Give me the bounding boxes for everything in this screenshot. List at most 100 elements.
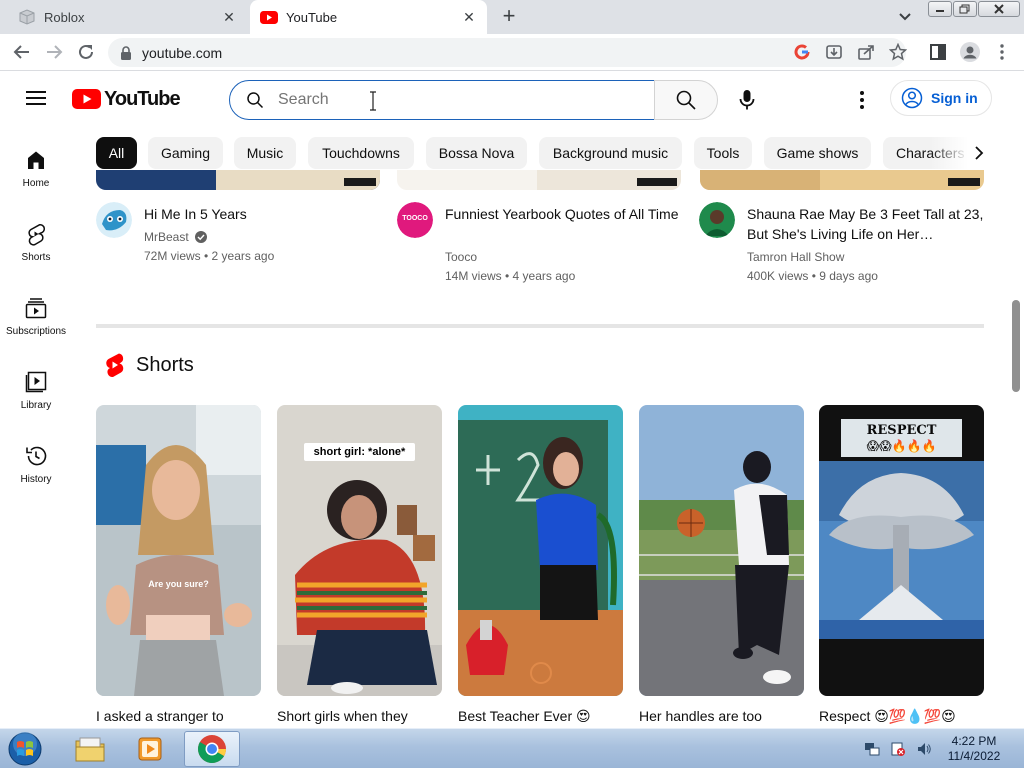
network-icon[interactable] — [864, 741, 880, 757]
chrome-menu-icon[interactable] — [992, 42, 1012, 62]
short-thumbnail[interactable] — [458, 405, 623, 696]
media-player-icon — [138, 737, 162, 761]
system-tray — [864, 739, 934, 759]
url-text: youtube.com — [142, 44, 223, 61]
sign-in-button[interactable]: Sign in — [890, 80, 992, 116]
back-arrow-icon[interactable] — [12, 42, 32, 62]
hamburger-menu-icon[interactable] — [26, 90, 46, 106]
sidebar-item-subscriptions[interactable]: Subscriptions — [0, 296, 72, 356]
chip-tools[interactable]: Tools — [694, 137, 752, 169]
channel-name[interactable]: MrBeast — [144, 230, 207, 244]
video-thumbnail[interactable] — [96, 170, 380, 190]
new-tab-button[interactable]: + — [498, 5, 520, 28]
tab-youtube[interactable]: YouTube ✕ — [250, 0, 487, 34]
sidebar-item-label: Shorts — [21, 252, 51, 263]
shorts-icon — [28, 224, 45, 246]
shorts-heading: Shorts — [136, 353, 194, 376]
address-bar[interactable]: youtube.com — [108, 38, 906, 67]
short-overlay-text: RESPECT — [866, 423, 937, 438]
video-thumbnail[interactable] — [397, 170, 681, 190]
chip-background-music[interactable]: Background music — [539, 137, 682, 169]
short-thumbnail[interactable]: short girl: *alone* — [277, 405, 442, 696]
restore-window-button[interactable] — [953, 1, 977, 17]
video-card[interactable]: Shauna Rae May Be 3 Feet Tall at 23, But… — [699, 202, 989, 292]
short-title[interactable]: Best Teacher Ever 😍 — [458, 708, 628, 725]
short-title[interactable]: Short girls when they — [277, 708, 447, 724]
short-title[interactable]: Respect 😍💯💧💯😍 — [819, 708, 989, 725]
tab-title: Roblox — [44, 9, 85, 25]
search-box[interactable] — [229, 80, 655, 120]
chip-game-shows[interactable]: Game shows — [764, 137, 871, 169]
chip-gaming[interactable]: Gaming — [148, 137, 223, 169]
taskbar-file-explorer[interactable] — [62, 731, 118, 767]
sidebar-item-label: Home — [22, 178, 50, 189]
side-panel-icon[interactable] — [928, 42, 948, 62]
sidebar-item-history[interactable]: History — [0, 444, 72, 504]
close-tab-icon[interactable]: ✕ — [461, 9, 477, 25]
video-meta: 400K views • 9 days ago — [747, 269, 878, 283]
video-title[interactable]: Hi Me In 5 Years — [144, 204, 384, 224]
short-overlay-text: short girl: *alone* — [304, 443, 415, 461]
close-window-button[interactable] — [978, 1, 1020, 17]
video-card[interactable]: TOOCO Funniest Yearbook Quotes of All Ti… — [397, 202, 687, 292]
sign-in-label: Sign in — [931, 90, 978, 106]
chip-touchdowns[interactable]: Touchdowns — [308, 137, 414, 169]
short-thumbnail[interactable]: Are you sure? — [96, 405, 261, 696]
channel-name[interactable]: Tamron Hall Show — [747, 250, 844, 264]
close-tab-icon[interactable]: ✕ — [221, 9, 237, 25]
chip-bossa-nova[interactable]: Bossa Nova — [426, 137, 527, 169]
channel-avatar[interactable] — [699, 202, 735, 238]
home-icon — [28, 151, 44, 169]
lock-icon — [120, 45, 134, 60]
settings-more-icon[interactable] — [850, 88, 874, 112]
profile-avatar-icon[interactable] — [960, 42, 980, 62]
youtube-wordmark: YouTube — [104, 87, 181, 110]
short-title[interactable]: Her handles are too — [639, 708, 809, 724]
google-lens-icon[interactable] — [792, 42, 812, 62]
start-button[interactable] — [4, 731, 46, 767]
channel-avatar-text: TOOCO — [402, 215, 428, 222]
sidebar-item-label: Subscriptions — [5, 326, 67, 337]
taskbar-chrome[interactable] — [184, 731, 240, 767]
video-title[interactable]: Funniest Yearbook Quotes of All Time — [445, 204, 685, 224]
taskbar-media-player[interactable] — [122, 731, 178, 767]
short-title[interactable]: I asked a stranger to — [96, 708, 266, 724]
search-button[interactable] — [654, 80, 718, 120]
search-icon — [676, 90, 696, 110]
bookmark-star-icon[interactable] — [888, 42, 908, 62]
video-thumbnail[interactable] — [700, 170, 984, 190]
video-card[interactable]: Hi Me In 5 Years MrBeast 72M views • 2 y… — [96, 202, 386, 292]
taskbar-clock[interactable]: 4:22 PM 11/4/2022 — [940, 734, 1008, 764]
video-meta: 72M views • 2 years ago — [144, 249, 275, 263]
tab-roblox[interactable]: Roblox ✕ — [0, 0, 247, 34]
search-icon — [246, 91, 264, 109]
channel-avatar[interactable]: TOOCO — [397, 202, 433, 238]
youtube-logo[interactable]: YouTube — [72, 87, 181, 110]
chevron-right-icon[interactable] — [968, 142, 990, 164]
channel-avatar[interactable] — [96, 202, 132, 238]
sidebar-item-library[interactable]: Library — [0, 370, 72, 430]
search-input[interactable] — [278, 91, 618, 109]
volume-icon[interactable] — [916, 741, 932, 757]
subscriptions-icon — [25, 298, 47, 319]
chrome-icon — [198, 735, 226, 763]
scrollbar-thumb[interactable] — [1012, 300, 1020, 392]
minimize-window-button[interactable] — [928, 1, 952, 17]
share-icon[interactable] — [856, 42, 876, 62]
tab-search-chevron-icon[interactable] — [896, 9, 914, 25]
video-title[interactable]: Shauna Rae May Be 3 Feet Tall at 23, But… — [747, 204, 987, 244]
page-scrollbar[interactable] — [1008, 72, 1024, 728]
short-thumbnail[interactable] — [639, 405, 804, 696]
sidebar-item-home[interactable]: Home — [0, 148, 72, 208]
chip-music[interactable]: Music — [234, 137, 296, 169]
folder-icon — [75, 737, 105, 762]
install-app-icon[interactable] — [824, 42, 844, 62]
sidebar-item-shorts[interactable]: Shorts — [0, 222, 72, 282]
voice-search-button[interactable] — [727, 80, 767, 120]
reload-icon[interactable] — [76, 42, 96, 62]
short-thumbnail[interactable]: RESPECT 😱😱🔥🔥🔥 — [819, 405, 984, 696]
channel-name[interactable]: Tooco — [445, 250, 477, 264]
action-center-icon[interactable] — [890, 741, 906, 757]
chip-all[interactable]: All — [96, 137, 137, 169]
forward-arrow-icon[interactable] — [44, 42, 64, 62]
